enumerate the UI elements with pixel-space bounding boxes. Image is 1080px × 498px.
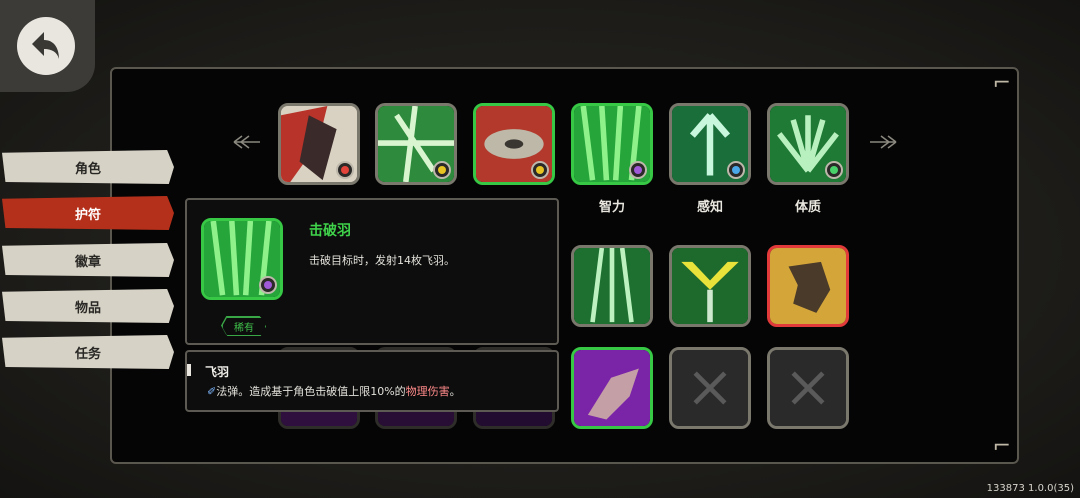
sidebar-item-character[interactable]: 角色 <box>2 150 174 184</box>
amulet-slot-row2-3[interactable] <box>767 245 849 327</box>
agility-amulet-slot[interactable] <box>375 103 457 185</box>
agility-amulet-slot-2[interactable] <box>473 103 555 185</box>
version-label: 133873 1.0.0(35) <box>986 483 1074 494</box>
amulet-slot-row3-1[interactable] <box>571 347 653 429</box>
stat-label-intelligence: 智力 <box>598 200 625 215</box>
speed-badge-icon <box>433 161 451 179</box>
strength-amulet-slot[interactable] <box>278 103 360 185</box>
sub-tooltip: 飞羽 ✐法弹。造成基于角色击破值上限10%的物理伤害。 <box>185 350 559 412</box>
sub-tooltip-description: ✐法弹。造成基于角色击破值上限10%的物理伤害。 <box>207 383 461 399</box>
amulet-slot-row2-2[interactable] <box>669 245 751 327</box>
fire-badge-icon <box>336 161 354 179</box>
stat-label-constitution: 体质 <box>794 200 821 215</box>
tooltip-description: 击破目标时，发射14枚飞羽。 <box>309 254 455 267</box>
sub-tooltip-title: 飞羽 <box>205 365 230 379</box>
empty-slot[interactable] <box>669 347 751 429</box>
sub-tooltip-desc-prefix: 法弹。造成基于角色击破值上限10%的 <box>216 385 406 398</box>
next-page-icon[interactable] <box>868 134 898 153</box>
intelligence-amulet-slot[interactable] <box>571 103 653 185</box>
tooltip-amulet-icon <box>201 218 283 300</box>
sidebar-item-badge[interactable]: 徽章 <box>2 243 174 277</box>
speed-badge-icon <box>531 161 549 179</box>
spiral-badge-icon <box>259 276 277 294</box>
sidebar-item-items[interactable]: 物品 <box>2 289 174 323</box>
prev-page-icon[interactable] <box>232 134 262 153</box>
constitution-amulet-slot[interactable] <box>767 103 849 185</box>
sub-tooltip-marker <box>187 364 191 376</box>
physical-damage-highlight: 物理伤害 <box>405 385 450 398</box>
rarity-badge: 稀有 <box>222 317 266 336</box>
back-arrow-icon <box>17 17 75 75</box>
corner-ornament-icon: ⌐ <box>992 434 1011 459</box>
spiral-badge-icon <box>629 161 647 179</box>
tooltip-title: 击破羽 <box>309 223 351 239</box>
sub-tooltip-desc-suffix: 。 <box>449 385 461 398</box>
stat-label-perception: 感知 <box>696 200 723 215</box>
star-badge-icon <box>727 161 745 179</box>
perception-amulet-slot[interactable] <box>669 103 751 185</box>
shield-badge-icon <box>825 161 843 179</box>
empty-slot[interactable] <box>767 347 849 429</box>
sidebar-item-quest[interactable]: 任务 <box>2 335 174 369</box>
sidebar-item-amulet[interactable]: 护符 <box>2 196 174 230</box>
amulet-slot-row2-1[interactable] <box>571 245 653 327</box>
corner-ornament-icon: ⌐ <box>992 71 1011 96</box>
back-button[interactable] <box>0 0 95 92</box>
amulet-tooltip: 稀有 击破羽 击破目标时，发射14枚飞羽。 <box>185 198 559 345</box>
projectile-icon: ✐ <box>207 385 217 398</box>
